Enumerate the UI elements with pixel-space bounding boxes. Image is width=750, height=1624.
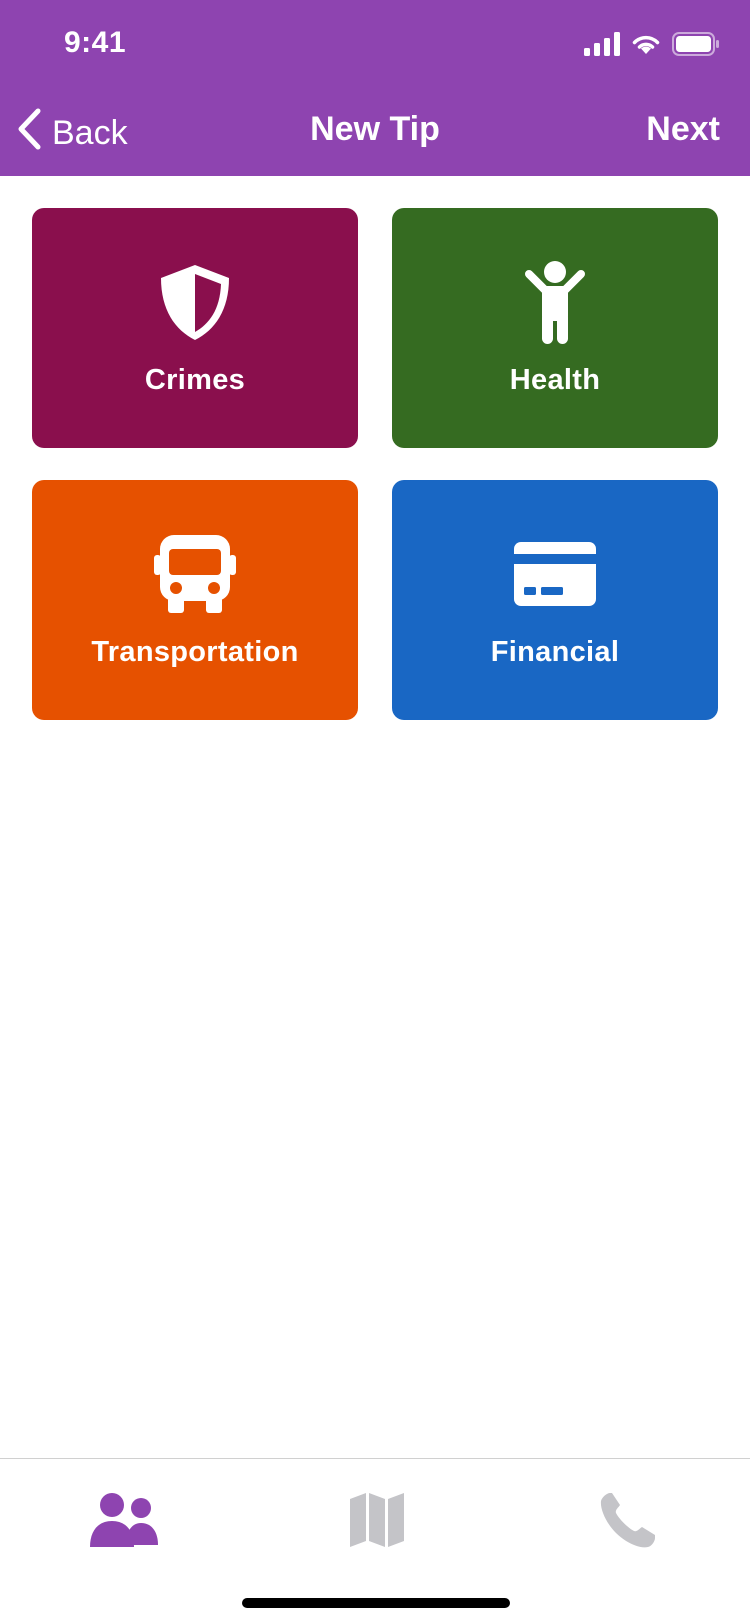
status-icons	[584, 32, 720, 61]
category-tile-crimes[interactable]: Crimes	[32, 208, 358, 448]
screen: 9:41 Back New Tip Next Crimes Health Tra…	[0, 0, 750, 1624]
category-grid: Crimes Health Transportation Financial	[32, 208, 718, 720]
category-label: Crimes	[144, 363, 246, 396]
phone-icon	[598, 1491, 656, 1554]
people-icon	[90, 1492, 160, 1552]
battery-icon	[672, 32, 720, 61]
tab-map[interactable]	[332, 1487, 422, 1557]
header: 9:41 Back New Tip Next	[0, 0, 750, 176]
tab-bar	[0, 1458, 750, 1624]
next-button[interactable]: Next	[646, 110, 720, 149]
category-label: Financial	[490, 635, 620, 668]
signal-icon	[584, 32, 620, 61]
tab-phone[interactable]	[582, 1487, 672, 1557]
status-time: 9:41	[64, 26, 127, 59]
category-tile-transportation[interactable]: Transportation	[32, 480, 358, 720]
category-label: Transportation	[91, 635, 299, 668]
wifi-icon	[630, 32, 662, 61]
shield-icon	[157, 260, 233, 344]
map-icon	[348, 1491, 406, 1554]
home-indicator	[242, 1598, 510, 1608]
category-label: Health	[509, 363, 601, 396]
tab-people[interactable]	[80, 1487, 170, 1557]
person-icon	[523, 260, 587, 344]
credit-card-icon	[514, 532, 596, 616]
bus-icon	[154, 532, 236, 616]
category-tile-financial[interactable]: Financial	[392, 480, 718, 720]
category-tile-health[interactable]: Health	[392, 208, 718, 448]
page-title: New Tip	[310, 110, 440, 148]
